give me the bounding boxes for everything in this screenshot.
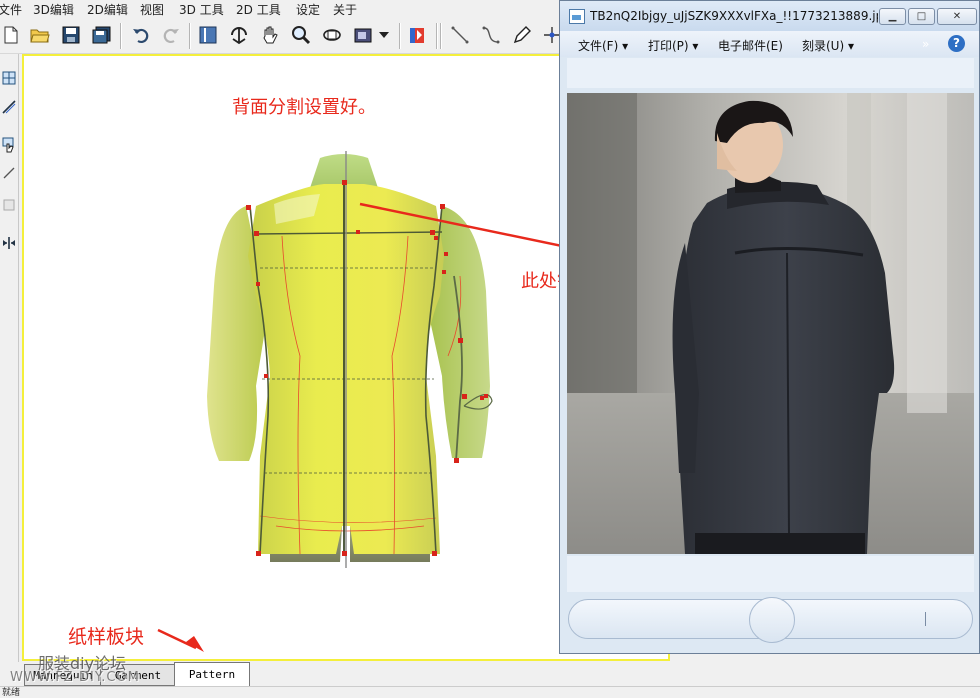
- panel-icon[interactable]: [197, 24, 219, 46]
- status-text: 就绪: [2, 688, 21, 698]
- viewer-navigation-bar[interactable]: [568, 597, 973, 643]
- menu-file[interactable]: 文件: [0, 1, 22, 18]
- split-icon[interactable]: [0, 234, 17, 252]
- line-tool-icon[interactable]: [449, 24, 471, 46]
- toolbar-separator: [120, 23, 122, 49]
- viewer-menu-email[interactable]: 电子邮件(E): [718, 37, 783, 54]
- hand-icon[interactable]: [259, 24, 281, 46]
- open-folder-icon[interactable]: [29, 24, 51, 46]
- menu-2d-edit[interactable]: 2D编辑: [87, 1, 128, 18]
- annotation-pattern-panel: 纸样板块: [68, 626, 145, 648]
- help-icon[interactable]: ?: [948, 35, 965, 52]
- toolbar-separator: [189, 23, 191, 49]
- viewer-menu-more[interactable]: »: [922, 37, 929, 51]
- menu-settings[interactable]: 设定: [296, 1, 320, 18]
- close-icon: ✕: [952, 11, 962, 22]
- photo-content: [567, 93, 974, 554]
- viewer-titlebar[interactable]: TB2nQ2Ibjgy_uJjSZK9XXXvlFXa_!!1773213889…: [560, 1, 979, 31]
- save-icon[interactable]: [60, 24, 82, 46]
- save-all-icon[interactable]: [91, 24, 113, 46]
- close-button[interactable]: ✕: [937, 8, 977, 25]
- viewer-menu-burn[interactable]: 刻录(U) ▾: [802, 37, 854, 54]
- undo-icon[interactable]: [130, 24, 152, 46]
- image-viewer-window[interactable]: TB2nQ2Ibjgy_uJjSZK9XXXvlFXa_!!1773213889…: [559, 0, 980, 654]
- redo-icon[interactable]: [160, 24, 182, 46]
- rotate-icon[interactable]: [228, 24, 250, 46]
- image-file-icon: [569, 9, 585, 24]
- annotation-back-split: 背面分割设置好。: [232, 97, 376, 118]
- maximize-button[interactable]: □: [908, 8, 935, 25]
- watermark-url: WWW.FZ-DIY.COM: [10, 670, 140, 685]
- flag-icon[interactable]: [406, 24, 428, 46]
- status-bar: 就绪: [0, 686, 980, 698]
- viewer-menu-file[interactable]: 文件(F) ▾: [578, 37, 628, 54]
- play-slideshow-button[interactable]: [749, 597, 795, 643]
- photo-man-in-coat: [567, 93, 974, 554]
- toolbar-separator: [436, 23, 438, 49]
- pen-icon[interactable]: [511, 24, 533, 46]
- maximize-icon: □: [916, 11, 927, 22]
- minimize-button[interactable]: ▁: [879, 8, 906, 25]
- tab-pattern[interactable]: Pattern: [174, 662, 250, 686]
- toolbar-separator: [440, 23, 442, 49]
- shape-icon[interactable]: [0, 196, 17, 214]
- cut-line-icon[interactable]: [0, 98, 17, 116]
- render-icon[interactable]: [352, 24, 374, 46]
- curve-tool-icon[interactable]: [480, 24, 502, 46]
- viewer-menubar: 文件(F) ▾ 打印(P) ▾ 电子邮件(E) 刻录(U) ▾ » ?: [560, 31, 979, 57]
- mesh-icon[interactable]: [0, 69, 17, 87]
- minimize-icon: ▁: [888, 11, 897, 22]
- new-file-icon[interactable]: [0, 24, 22, 46]
- toolbar-separator: [399, 23, 401, 49]
- orbit-icon[interactable]: [321, 24, 343, 46]
- dropdown-arrow-icon[interactable]: [376, 24, 392, 46]
- hand-select-icon[interactable]: [0, 136, 17, 154]
- viewer-title: TB2nQ2Ibjgy_uJjSZK9XXXvlFXa_!!1773213889…: [590, 9, 878, 23]
- left-tool-palette: [0, 54, 19, 664]
- menu-2d-tools[interactable]: 2D 工具: [236, 1, 281, 18]
- line-icon[interactable]: [0, 164, 17, 182]
- viewer-menu-print[interactable]: 打印(P) ▾: [648, 37, 698, 54]
- viewer-top-strip: [567, 58, 974, 88]
- nav-divider: [925, 612, 926, 626]
- menu-3d-tools[interactable]: 3D 工具: [179, 1, 224, 18]
- viewer-bottom-strip: [567, 556, 974, 592]
- menu-about[interactable]: 关于: [333, 1, 357, 18]
- menu-3d-edit[interactable]: 3D编辑: [33, 1, 74, 18]
- menu-view[interactable]: 视图: [140, 1, 164, 18]
- zoom-icon[interactable]: [290, 24, 312, 46]
